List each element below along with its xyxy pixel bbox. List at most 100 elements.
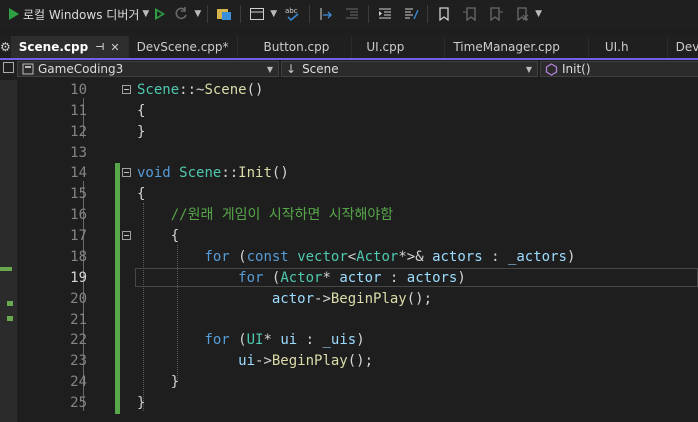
code-line[interactable]: 19 for (Actor* actor : actors) bbox=[43, 267, 698, 289]
code-token: UI bbox=[246, 332, 264, 349]
code-token: Init bbox=[238, 165, 272, 182]
chevron-down-icon: ▼ bbox=[142, 9, 150, 19]
code-token: *>& bbox=[398, 248, 433, 265]
code-line[interactable]: 17 { bbox=[43, 226, 698, 248]
tab-ui-cpp[interactable]: UI.cpp bbox=[352, 36, 446, 58]
spell-check-button[interactable]: abc bbox=[280, 2, 306, 26]
code-line[interactable]: 25} bbox=[43, 393, 698, 415]
code-line[interactable]: 15 { bbox=[43, 184, 698, 206]
window-layout-icon bbox=[250, 8, 265, 20]
svg-text:abc: abc bbox=[285, 7, 298, 15]
code-line[interactable]: 22 for (UI* ui : _uis) bbox=[43, 330, 698, 352]
code-line[interactable]: 24 } bbox=[43, 372, 698, 394]
code-token: for bbox=[238, 269, 264, 286]
tab-ui-h[interactable]: UI.h bbox=[589, 36, 668, 58]
line-number: 16 bbox=[70, 207, 87, 224]
close-icon[interactable]: ✕ bbox=[110, 41, 119, 54]
refresh-button[interactable]: ▼ bbox=[168, 2, 204, 26]
solution-explorer-icon bbox=[217, 9, 232, 20]
code-token: //원래 게임이 시작하면 시작해야함 bbox=[170, 207, 394, 224]
tab-timemanager-cpp[interactable]: TimeManager.cpp bbox=[445, 36, 589, 58]
code-text: { bbox=[137, 184, 145, 205]
collapse-icon[interactable] bbox=[122, 231, 131, 241]
code-line[interactable]: 10 Scene::~Scene() bbox=[43, 80, 698, 101]
code-token: : bbox=[381, 269, 407, 286]
tab-label: Scene.cpp bbox=[18, 40, 89, 54]
code-token: < bbox=[347, 248, 357, 265]
code-line[interactable]: 16 //원래 게임이 시작하면 시작해야함 bbox=[43, 205, 698, 227]
code-line[interactable]: 23 ui->BeginPlay(); bbox=[43, 351, 698, 373]
format-button[interactable] bbox=[339, 2, 365, 26]
line-number: 23 bbox=[70, 353, 87, 370]
step-button[interactable] bbox=[313, 2, 339, 26]
method-icon bbox=[545, 62, 558, 76]
toolbar-divider bbox=[368, 5, 370, 23]
line-number: 15 bbox=[70, 186, 87, 203]
prev-bookmark-icon bbox=[463, 7, 476, 22]
gear-icon[interactable]: ⚙ bbox=[0, 36, 11, 58]
tab-devscene-cpp[interactable]: DevScene.cpp* bbox=[129, 36, 238, 58]
code-line[interactable]: 12} bbox=[43, 122, 698, 143]
project-file-icon bbox=[22, 63, 34, 75]
code-line[interactable]: 20 actor->BeginPlay(); bbox=[43, 288, 698, 310]
code-text: { bbox=[137, 226, 179, 247]
line-number: 11 bbox=[70, 102, 87, 119]
code-text: { bbox=[137, 101, 145, 122]
code-token: { bbox=[137, 186, 146, 203]
next-bookmark-icon bbox=[490, 7, 504, 22]
change-marker bbox=[7, 316, 13, 321]
start-without-debug-icon bbox=[155, 8, 166, 20]
tab-button-cpp[interactable]: Button.cpp bbox=[238, 36, 353, 58]
code-text: //원래 게임이 시작하면 시작해야함 bbox=[137, 205, 393, 226]
indent-button[interactable] bbox=[372, 2, 398, 26]
clear-bookmarks-button[interactable]: ▼ bbox=[509, 2, 545, 26]
code-line[interactable]: 18 for (const vector<Actor*>& actors : _… bbox=[43, 246, 698, 268]
code-token: * bbox=[322, 269, 340, 286]
comment-button[interactable] bbox=[398, 2, 424, 26]
prev-bookmark-button[interactable] bbox=[457, 2, 483, 26]
code-token: () bbox=[271, 165, 289, 182]
scope-dropdown[interactable]: ↓ Scene ▼ bbox=[281, 61, 538, 77]
chevron-down-icon: ▼ bbox=[270, 9, 278, 19]
line-number: 19 bbox=[70, 269, 87, 286]
code-token: ::~ bbox=[179, 82, 205, 98]
tab-devscene-h[interactable]: DevSce bbox=[668, 36, 698, 58]
chevron-down-icon: ▼ bbox=[266, 64, 273, 74]
code-token: Actor bbox=[356, 248, 399, 265]
code-token: ) bbox=[457, 269, 466, 286]
start-debug-button[interactable]: 로컬 Windows 디버거 ▼ bbox=[0, 2, 152, 26]
line-number: 21 bbox=[70, 311, 87, 328]
document-tab-bar: ⚙ Scene.cpp ⊣ ✕ DevScene.cpp* Button.cpp… bbox=[0, 36, 698, 60]
chevron-down-icon: ▼ bbox=[525, 64, 532, 74]
next-bookmark-button[interactable] bbox=[483, 2, 509, 26]
change-marker bbox=[0, 267, 12, 271]
code-line[interactable]: 13 bbox=[43, 143, 698, 164]
bookmark-button[interactable] bbox=[431, 2, 457, 26]
project-dropdown[interactable]: GameCoding3 ▼ bbox=[17, 61, 279, 77]
start-without-debug-button[interactable] bbox=[152, 2, 168, 26]
breakpoint-gutter[interactable] bbox=[17, 80, 43, 422]
code-token: { bbox=[137, 228, 180, 245]
collapse-icon[interactable] bbox=[122, 168, 131, 178]
tab-scene-cpp[interactable]: Scene.cpp ⊣ ✕ bbox=[10, 36, 129, 58]
code-token: ) bbox=[566, 248, 576, 265]
code-token: } bbox=[137, 374, 180, 391]
code-token: actors bbox=[406, 269, 458, 286]
pin-icon[interactable]: ⊣ bbox=[95, 42, 104, 53]
member-dropdown[interactable]: Init() bbox=[540, 61, 698, 77]
chevron-down-icon: ▼ bbox=[194, 9, 202, 19]
window-layout-button[interactable]: ▼ bbox=[244, 2, 280, 26]
toolbar-divider bbox=[240, 5, 242, 23]
code-line[interactable]: 21 bbox=[43, 309, 698, 331]
code-line[interactable]: 14 void Scene::Init() bbox=[43, 163, 698, 185]
code-line[interactable]: 11 { bbox=[43, 101, 698, 122]
code-token: ( bbox=[263, 269, 281, 286]
code-text: } bbox=[137, 122, 145, 143]
collapse-icon[interactable] bbox=[122, 85, 131, 94]
start-debug-icon bbox=[9, 8, 19, 20]
solution-explorer-button[interactable] bbox=[211, 2, 237, 26]
tab-label: DevSce bbox=[675, 40, 698, 54]
